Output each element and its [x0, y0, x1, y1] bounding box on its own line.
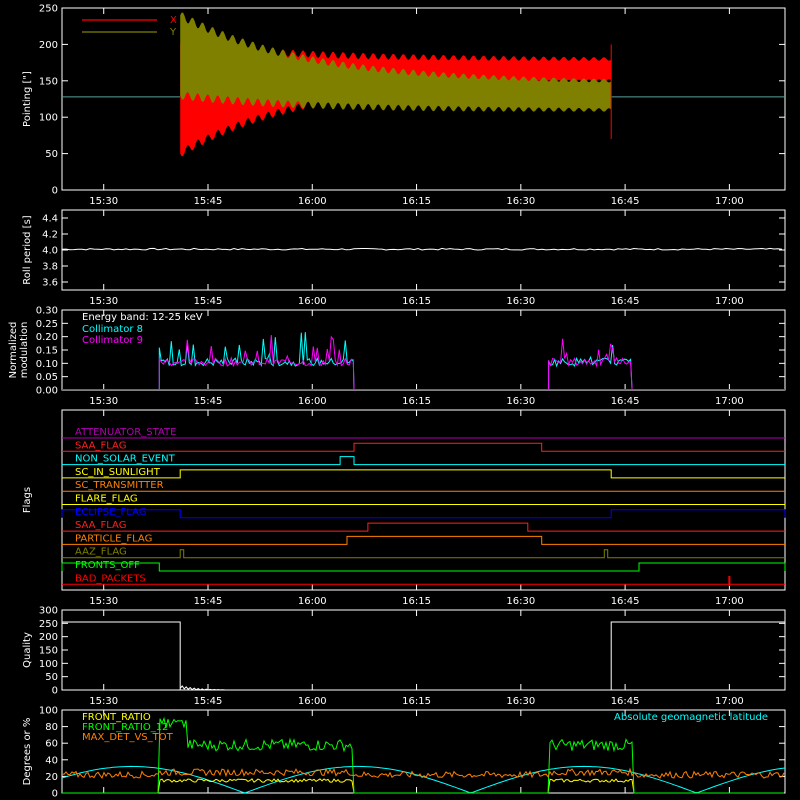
x-tick-label: 15:30: [89, 396, 118, 407]
x-tick-label: 16:45: [611, 196, 640, 207]
x-tick-label: 17:00: [715, 396, 744, 407]
x-tick-label: 16:45: [611, 296, 640, 307]
y-tick-label: 60: [45, 739, 58, 750]
y-tick-label: 3.8: [42, 262, 58, 273]
y-tick-label: 40: [45, 755, 58, 766]
x-tick-label: 17:00: [715, 596, 744, 607]
y-tick-label: 20: [45, 772, 58, 783]
x-tick-label: 17:00: [715, 696, 744, 707]
y-tick-label: 0.10: [36, 359, 58, 370]
y-axis-label: Normalized: [8, 322, 19, 379]
x-tick-label: 15:45: [194, 196, 223, 207]
flag-label: NON_SOLAR_EVENT: [75, 454, 176, 465]
x-tick-label: 15:45: [194, 396, 223, 407]
flag-label: SC_IN_SUNLIGHT: [75, 467, 161, 478]
x-tick-label: 16:00: [298, 196, 327, 207]
y-tick-label: 3.6: [42, 278, 58, 289]
y-tick-label: 250: [39, 4, 58, 15]
flag-label: SAA_FLAG: [75, 520, 126, 531]
y-tick-label: 0: [52, 789, 58, 800]
y-axis-label: Pointing ["]: [22, 71, 33, 127]
y-tick-label: 0: [52, 686, 58, 697]
flag-label: SAA_FLAG: [75, 440, 126, 451]
flag-label: ECLIPSE_FLAG: [75, 507, 146, 518]
x-tick-label: 16:30: [506, 696, 535, 707]
legend-label-max_det_vs_tot: MAX_DET_VS_TOT: [82, 732, 174, 743]
x-tick-label: 15:45: [194, 296, 223, 307]
x-tick-label: 16:30: [506, 596, 535, 607]
flag-label: ATTENUATOR_STATE: [75, 427, 176, 438]
x-tick-label: 16:30: [506, 296, 535, 307]
y-tick-label: 150: [39, 76, 58, 87]
y-tick-label: 4.2: [42, 230, 58, 241]
y-tick-label: 300: [39, 606, 58, 617]
y-tick-label: 0.30: [36, 306, 58, 317]
energy-band-annotation: Energy band: 12-25 keV: [82, 312, 203, 323]
y-tick-label: 200: [39, 40, 58, 51]
geomagnetic-annotation: Absolute geomagnetic latitude: [614, 712, 768, 723]
x-tick-label: 16:00: [298, 596, 327, 607]
x-tick-label: 15:30: [89, 696, 118, 707]
y-tick-label: 0: [52, 186, 58, 197]
y-tick-label: 100: [39, 113, 58, 124]
y-tick-label: 0.20: [36, 332, 58, 343]
x-tick-label: 16:00: [298, 696, 327, 707]
x-tick-label: 15:30: [89, 596, 118, 607]
y-tick-label: 0.25: [36, 319, 58, 330]
flag-label: PARTICLE_FLAG: [75, 533, 152, 544]
y-tick-label: 4.4: [42, 214, 58, 225]
y-tick-label: 50: [45, 149, 58, 160]
y-axis-label: Quality: [22, 632, 33, 668]
y-tick-label: 200: [39, 632, 58, 643]
legend-label-collimator-9: Collimator 9: [82, 335, 143, 346]
x-tick-label: 16:30: [506, 396, 535, 407]
y-tick-label: 100: [39, 659, 58, 670]
y-axis-label: Degrees or %: [22, 718, 33, 786]
x-tick-label: 16:45: [611, 696, 640, 707]
legend-label-collimator-8: Collimator 8: [82, 324, 143, 335]
y-tick-label: 0.15: [36, 346, 58, 357]
y-axis-label: Roll period [s]: [22, 215, 33, 284]
x-tick-label: 16:15: [402, 296, 431, 307]
y-tick-label: 100: [39, 706, 58, 717]
x-tick-label: 16:00: [298, 396, 327, 407]
x-tick-label: 16:45: [611, 396, 640, 407]
x-tick-label: 15:45: [194, 596, 223, 607]
flag-label: BAD_PACKETS: [75, 573, 146, 584]
y-tick-label: 0.05: [36, 372, 58, 383]
x-tick-label: 16:15: [402, 696, 431, 707]
y-tick-label: 150: [39, 646, 58, 657]
y-tick-label: 250: [39, 619, 58, 630]
x-tick-label: 16:15: [402, 396, 431, 407]
y-axis-label: Flags: [22, 487, 33, 513]
x-tick-label: 16:00: [298, 296, 327, 307]
y-tick-label: 0.00: [36, 386, 58, 397]
x-tick-label: 15:30: [89, 196, 118, 207]
x-tick-label: 15:45: [194, 696, 223, 707]
flag-label: FLARE_FLAG: [75, 494, 138, 505]
x-tick-label: 16:30: [506, 196, 535, 207]
flag-label: SC_TRANSMITTER: [75, 480, 164, 491]
x-tick-label: 16:15: [402, 196, 431, 207]
x-tick-label: 16:45: [611, 596, 640, 607]
y-tick-label: 80: [45, 722, 58, 733]
y-axis-label: modulation: [19, 322, 30, 379]
x-tick-label: 17:00: [715, 196, 744, 207]
flag-label: AAZ_FLAG: [75, 547, 127, 558]
spacecraft-status-chart: 15:30 15:45 16:00 16:15 16:30 16:45 17:00 0 50 10…: [0, 0, 800, 800]
x-tick-label: 15:30: [89, 296, 118, 307]
legend-label-Y: Y: [169, 27, 177, 38]
y-tick-label: 4.0: [42, 246, 58, 257]
legend-label-X: X: [170, 15, 177, 26]
flag-label: FRONTS_OFF: [75, 560, 140, 571]
y-tick-label: 50: [45, 672, 58, 683]
x-tick-label: 16:15: [402, 596, 431, 607]
x-tick-label: 17:00: [715, 296, 744, 307]
